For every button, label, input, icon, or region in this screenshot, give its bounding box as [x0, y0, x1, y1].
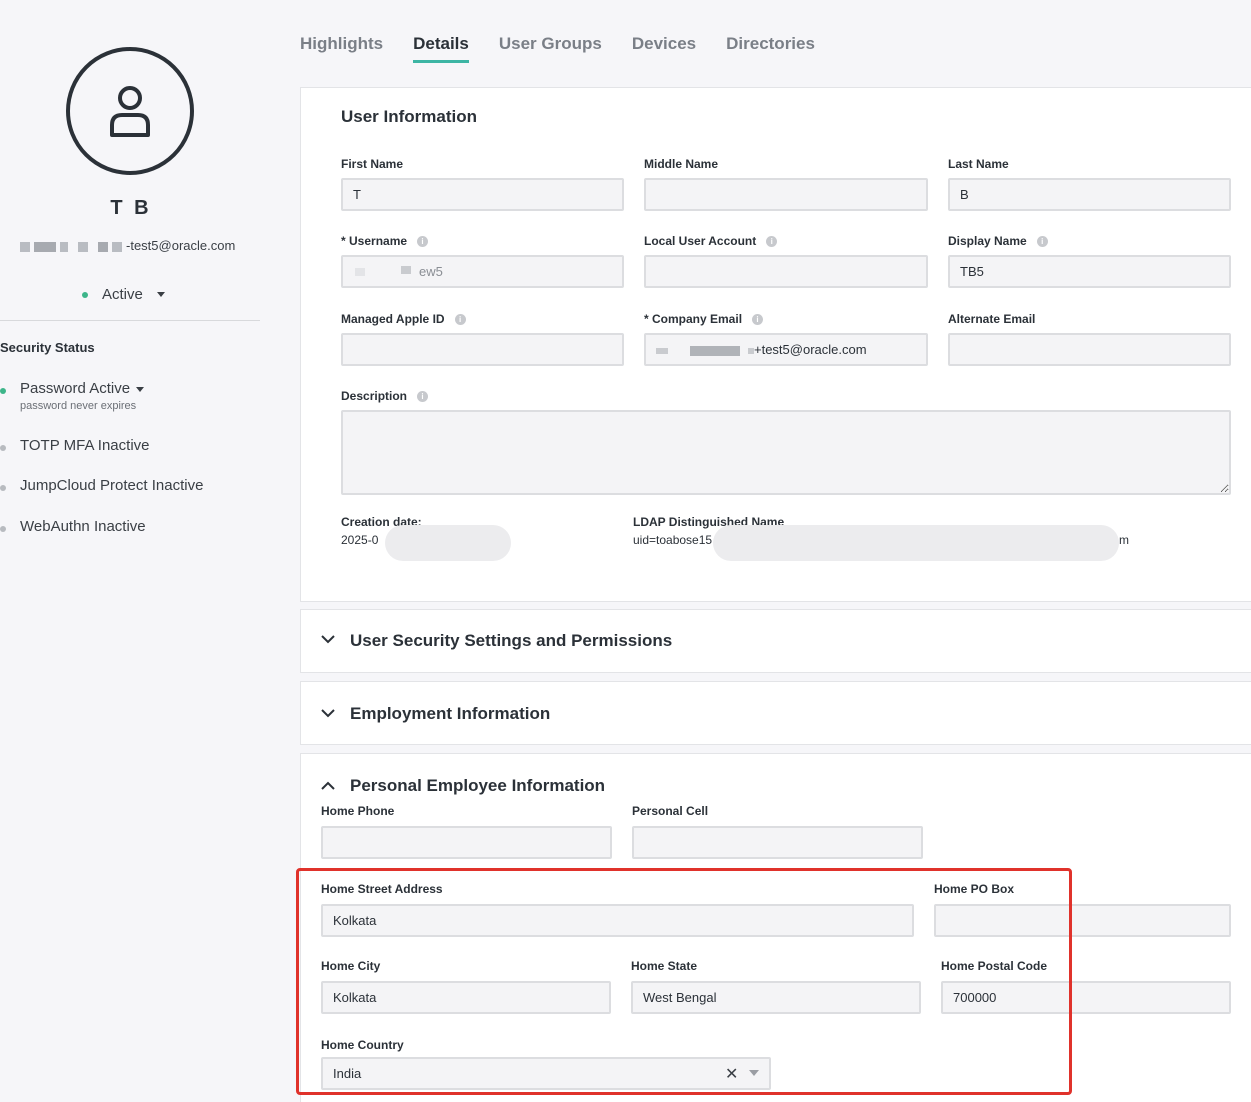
display-name-input[interactable]: TB5	[948, 255, 1231, 288]
username-input[interactable]: ew5	[341, 255, 624, 288]
security-item-label: WebAuthn Inactive	[20, 518, 146, 535]
home-po-box-label: Home PO Box	[934, 882, 1015, 896]
tab-highlights[interactable]: Highlights	[300, 34, 383, 63]
divider	[0, 320, 260, 321]
security-item-sub: password never expires	[20, 400, 137, 412]
tab-details[interactable]: Details	[413, 34, 469, 63]
home-state-input[interactable]: West Bengal	[631, 981, 921, 1014]
alternate-email-input[interactable]	[948, 333, 1231, 366]
tab-directories[interactable]: Directories	[726, 34, 815, 63]
user-icon	[110, 86, 150, 137]
first-name-label: First Name	[341, 157, 404, 171]
company-email-value: +test5@oracle.com	[754, 342, 867, 357]
status-dot	[82, 291, 88, 298]
company-email-label-group: * Company Email i	[644, 312, 764, 326]
ldap-dn-tail: m	[1119, 533, 1129, 547]
avatar	[66, 47, 194, 175]
home-phone-label: Home Phone	[321, 804, 395, 818]
personal-cell-input[interactable]	[632, 826, 923, 859]
status-dot	[0, 485, 6, 491]
chevron-down-icon[interactable]	[749, 1070, 759, 1076]
display-name-label: Display Name	[948, 234, 1027, 248]
info-icon[interactable]: i	[417, 390, 429, 402]
first-name-input[interactable]: T	[341, 178, 624, 211]
last-name-label: Last Name	[948, 157, 1009, 171]
employment-panel[interactable]: Employment Information	[300, 681, 1251, 745]
personal-cell-label: Personal Cell	[632, 804, 709, 818]
description-label-group: Description i	[341, 389, 429, 403]
status-dot	[0, 445, 6, 451]
home-city-input[interactable]: Kolkata	[321, 981, 611, 1014]
middle-name-input[interactable]	[644, 178, 928, 211]
creation-date-value: 2025-0	[341, 533, 379, 547]
security-item-label: TOTP MFA Inactive	[20, 437, 150, 454]
home-state-label: Home State	[631, 959, 698, 973]
personal-info-panel: Personal Employee Information Home Phone…	[300, 753, 1251, 1102]
chevron-down-icon	[321, 709, 335, 718]
user-email-text: -test5@oracle.com	[126, 238, 236, 253]
home-po-box-input[interactable]	[934, 904, 1231, 937]
clear-icon[interactable]: ✕	[725, 1064, 738, 1084]
tab-user-groups[interactable]: User Groups	[499, 34, 602, 63]
ldap-dn-value: uid=toabose15	[633, 533, 713, 547]
chevron-down-icon	[156, 292, 165, 297]
user-information-title: User Information	[341, 107, 478, 126]
security-status-title: Security Status	[0, 340, 95, 355]
home-street-label: Home Street Address	[321, 882, 443, 896]
chevron-down-icon	[136, 386, 145, 392]
home-city-label: Home City	[321, 959, 381, 973]
apple-id-label: Managed Apple ID	[341, 312, 445, 326]
personal-info-title: Personal Employee Information	[350, 776, 606, 795]
tab-devices[interactable]: Devices	[632, 34, 696, 63]
description-textarea[interactable]	[341, 410, 1231, 495]
chevron-up-icon[interactable]	[321, 781, 335, 790]
last-name-input[interactable]: B	[948, 178, 1231, 211]
home-street-input[interactable]: Kolkata	[321, 904, 914, 937]
local-account-label-group: Local User Account i	[644, 234, 778, 248]
status-dot	[0, 526, 6, 532]
profile-panel: T B -test5@oracle.com Active Security St…	[0, 0, 262, 1102]
user-information-panel: User Information First Name T Middle Nam…	[300, 87, 1251, 602]
info-icon[interactable]: i	[454, 313, 466, 325]
user-name: T B	[110, 197, 152, 219]
security-item-label: JumpCloud Protect Inactive	[20, 477, 204, 494]
security-item-label: Password Active	[20, 380, 131, 397]
local-account-input[interactable]	[644, 255, 928, 288]
info-icon[interactable]: i	[766, 235, 778, 247]
user-email: -test5@oracle.com	[20, 238, 235, 253]
info-icon[interactable]: i	[752, 313, 764, 325]
redaction-blur	[385, 525, 511, 561]
redaction-blur	[713, 525, 1119, 561]
info-icon[interactable]: i	[417, 235, 429, 247]
home-country-label: Home Country	[321, 1038, 404, 1052]
description-label: Description	[341, 389, 408, 403]
username-label: * Username	[341, 234, 408, 248]
tab-bar: Highlights Details User Groups Devices D…	[300, 34, 815, 63]
middle-name-label: Middle Name	[644, 157, 719, 171]
company-email-label: * Company Email	[644, 312, 743, 326]
home-country-select[interactable]: India	[321, 1057, 771, 1090]
local-account-label: Local User Account	[644, 234, 757, 248]
home-phone-input[interactable]	[321, 826, 612, 859]
username-value: ew5	[419, 264, 443, 279]
security-settings-panel[interactable]: User Security Settings and Permissions	[300, 609, 1251, 673]
username-label-group: * Username i	[341, 234, 429, 248]
home-country-value: India	[333, 1066, 362, 1081]
apple-id-label-group: Managed Apple ID i	[341, 312, 466, 326]
chevron-down-icon	[321, 635, 335, 644]
info-icon[interactable]: i	[1036, 235, 1048, 247]
security-settings-title: User Security Settings and Permissions	[350, 631, 673, 650]
home-postal-input[interactable]: 700000	[941, 981, 1231, 1014]
employment-title: Employment Information	[350, 704, 551, 723]
home-postal-label: Home Postal Code	[941, 959, 1048, 973]
status-label: Active	[102, 286, 143, 303]
company-email-input[interactable]: +test5@oracle.com	[644, 333, 928, 366]
status-dot	[0, 388, 6, 394]
display-name-label-group: Display Name i	[948, 234, 1048, 248]
alternate-email-label: Alternate Email	[948, 312, 1036, 326]
status-dropdown[interactable]: Active	[82, 286, 165, 303]
apple-id-input[interactable]	[341, 333, 624, 366]
